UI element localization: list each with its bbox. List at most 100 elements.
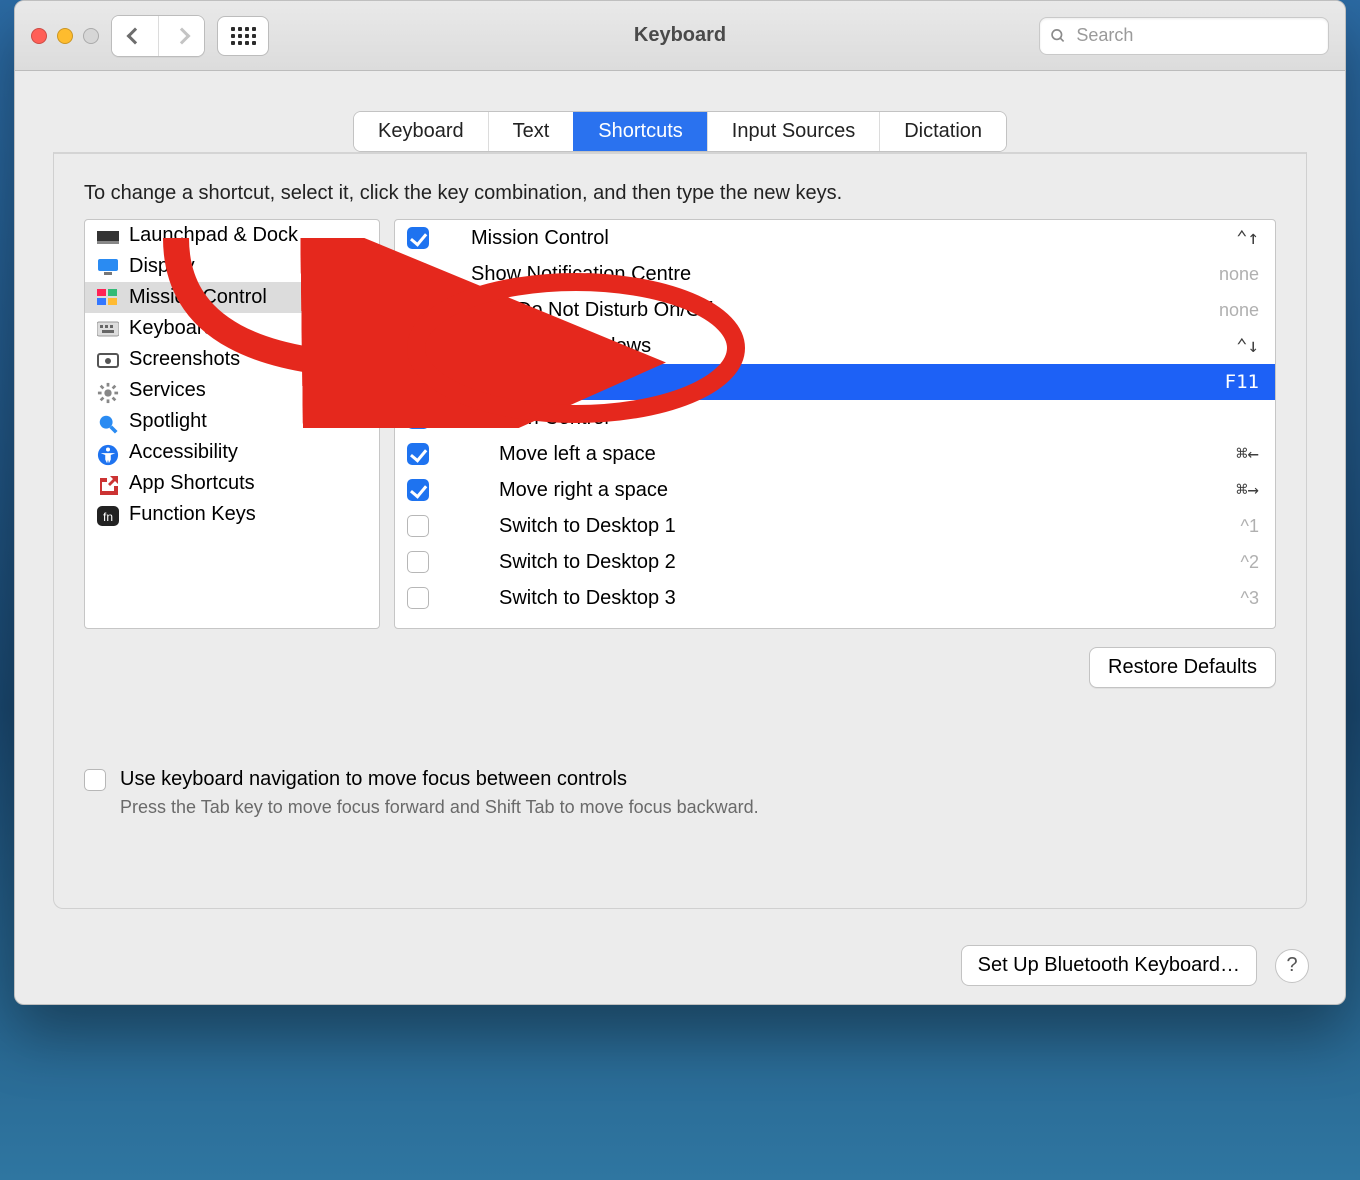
tab-shortcuts[interactable]: Shortcuts — [573, 112, 706, 151]
search-icon — [1050, 27, 1066, 45]
category-spotlight[interactable]: Spotlight — [85, 406, 379, 437]
shortcut-checkbox[interactable] — [407, 479, 429, 501]
shortcut-list[interactable]: Mission Control⌃↑Show Notification Centr… — [394, 219, 1276, 629]
minimize-icon[interactable] — [57, 28, 73, 44]
shortcut-row-switch-to-desktop-3[interactable]: Switch to Desktop 3^3 — [395, 580, 1275, 616]
shortcut-column: Mission Control⌃↑Show Notification Centr… — [394, 219, 1276, 629]
shortcut-row-show-notification-centre[interactable]: Show Notification Centrenone — [395, 256, 1275, 292]
disclosure-triangle-icon[interactable]: ▼ — [447, 410, 461, 426]
category-column: Launchpad & Dock Display Mission Control Ke… — [84, 219, 380, 629]
shortcut-row-mission-control[interactable]: Mission Control⌃↑ — [395, 220, 1275, 256]
shortcut-row-application-windows[interactable]: Application windows⌃↓ — [395, 328, 1275, 364]
category-icon — [97, 227, 119, 245]
shortcut-label: Switch to Desktop 1 — [443, 515, 1241, 538]
category-label: App Shortcuts — [129, 472, 255, 495]
tab-dictation[interactable]: Dictation — [879, 112, 1006, 151]
shortcut-checkbox[interactable] — [407, 587, 429, 609]
category-icon — [97, 444, 119, 462]
shortcut-label: Switch to Desktop 2 — [443, 551, 1241, 574]
shortcut-checkbox[interactable] — [407, 551, 429, 573]
category-services[interactable]: Services — [85, 375, 379, 406]
titlebar: Keyboard — [15, 1, 1345, 71]
shortcut-checkbox[interactable] — [407, 299, 429, 321]
category-keyboard[interactable]: Keyboard — [85, 313, 379, 344]
shortcut-label: Move left a space — [443, 443, 1236, 466]
shortcut-key[interactable]: none — [1219, 264, 1259, 285]
category-icon — [97, 289, 119, 307]
shortcut-checkbox[interactable] — [407, 335, 429, 357]
shortcut-checkbox[interactable] — [407, 443, 429, 465]
help-button[interactable]: ? — [1275, 949, 1309, 983]
nav-segment — [111, 15, 205, 57]
category-icon — [97, 258, 119, 276]
forward-button[interactable] — [158, 16, 204, 56]
bluetooth-keyboard-button[interactable]: Set Up Bluetooth Keyboard… — [961, 945, 1257, 986]
close-icon[interactable] — [31, 28, 47, 44]
category-label: Screenshots — [129, 348, 240, 371]
tab-input-sources[interactable]: Input Sources — [707, 112, 879, 151]
category-label: Keyboard — [129, 317, 215, 340]
category-label: Function Keys — [129, 503, 256, 526]
columns: Launchpad & Dock Display Mission Control Ke… — [84, 219, 1276, 629]
shortcut-key[interactable]: F11 — [1225, 371, 1259, 393]
shortcut-checkbox[interactable] — [407, 371, 429, 393]
tab-bar: KeyboardTextShortcutsInput SourcesDictat… — [353, 111, 1007, 152]
category-label: Accessibility — [129, 441, 238, 464]
shortcut-checkbox[interactable] — [407, 227, 429, 249]
category-list[interactable]: Launchpad & Dock Display Mission Control Ke… — [84, 219, 380, 629]
shortcut-row-switch-to-desktop-2[interactable]: Switch to Desktop 2^2 — [395, 544, 1275, 580]
search-input[interactable] — [1074, 24, 1318, 47]
back-button[interactable] — [112, 16, 158, 56]
shortcut-key[interactable]: ⌘→ — [1236, 479, 1259, 501]
category-function-keys[interactable]: fn Function Keys — [85, 499, 379, 530]
category-icon — [97, 475, 119, 493]
category-launchpad-dock[interactable]: Launchpad & Dock — [85, 220, 379, 251]
kbnav-label: Use keyboard navigation to move focus be… — [120, 768, 627, 791]
category-screenshots[interactable]: Screenshots — [85, 344, 379, 375]
shortcut-row-mission-control[interactable]: ▼Mission Control — [395, 400, 1275, 436]
category-label: Launchpad & Dock — [129, 224, 298, 247]
instruction-text: To change a shortcut, select it, click t… — [84, 182, 1276, 205]
category-icon: fn — [97, 506, 119, 524]
shortcut-key[interactable]: ^2 — [1241, 552, 1259, 573]
category-label: Services — [129, 379, 206, 402]
shortcut-checkbox[interactable] — [407, 407, 429, 429]
shortcut-label: Turn Do Not Disturb On/Off — [443, 299, 1219, 322]
shortcut-key[interactable]: none — [1219, 300, 1259, 321]
category-label: Display — [129, 255, 195, 278]
footer: Set Up Bluetooth Keyboard… ? — [15, 931, 1345, 1004]
category-accessibility[interactable]: Accessibility — [85, 437, 379, 468]
shortcut-key[interactable]: ^1 — [1241, 516, 1259, 537]
kbnav-checkbox[interactable] — [84, 769, 106, 791]
category-label: Spotlight — [129, 410, 207, 433]
zoom-icon[interactable] — [83, 28, 99, 44]
shortcut-checkbox[interactable] — [407, 263, 429, 285]
kbnav-hint: Press the Tab key to move focus forward … — [120, 797, 1276, 818]
shortcut-row-show-desktop[interactable]: Show DesktopF11 — [395, 364, 1275, 400]
shortcut-label: Show Desktop — [443, 371, 1225, 394]
category-display[interactable]: Display — [85, 251, 379, 282]
shortcut-row-turn-do-not-disturb-on-off[interactable]: Turn Do Not Disturb On/Offnone — [395, 292, 1275, 328]
category-app-shortcuts[interactable]: App Shortcuts — [85, 468, 379, 499]
grid-icon — [231, 27, 255, 45]
tab-text[interactable]: Text — [488, 112, 574, 151]
shortcut-key[interactable]: ⌘← — [1236, 443, 1259, 465]
shortcut-row-move-right-a-space[interactable]: Move right a space⌘→ — [395, 472, 1275, 508]
prefs-window: Keyboard KeyboardTextShortcutsInput Sour… — [14, 0, 1346, 1005]
shortcut-row-switch-to-desktop-1[interactable]: Switch to Desktop 1^1 — [395, 508, 1275, 544]
shortcut-key[interactable]: ⌃↓ — [1236, 335, 1259, 357]
shortcut-key[interactable]: ^3 — [1241, 588, 1259, 609]
shortcut-checkbox[interactable] — [407, 515, 429, 537]
tab-keyboard[interactable]: Keyboard — [354, 112, 488, 151]
show-all-button[interactable] — [217, 16, 269, 56]
shortcut-label: Mission Control — [443, 227, 1236, 250]
restore-defaults-button[interactable]: Restore Defaults — [1089, 647, 1276, 688]
main-panel: To change a shortcut, select it, click t… — [53, 152, 1307, 909]
shortcut-key[interactable]: ⌃↑ — [1236, 227, 1259, 249]
shortcut-row-move-left-a-space[interactable]: Move left a space⌘← — [395, 436, 1275, 472]
category-mission-control[interactable]: Mission Control — [85, 282, 379, 313]
category-icon — [97, 351, 119, 369]
category-icon — [97, 320, 119, 338]
shortcut-label: Mission Control — [443, 407, 1259, 430]
search-field[interactable] — [1039, 17, 1329, 55]
